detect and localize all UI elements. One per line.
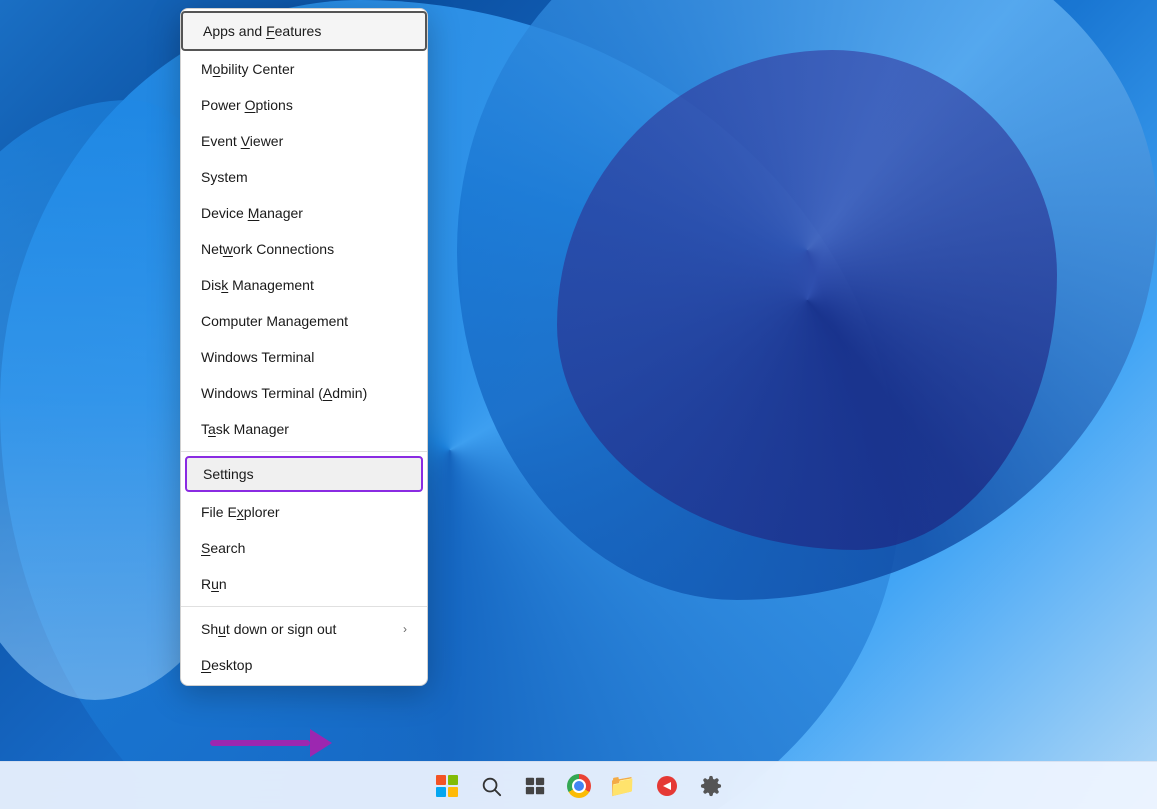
file-explorer-button[interactable]: 📁 [603,766,643,806]
menu-item-settings[interactable]: Settings [185,456,423,492]
menu-item-shutdown[interactable]: Shut down or sign out › [181,611,427,647]
arrow-head [310,729,332,757]
menu-item-windows-terminal[interactable]: Windows Terminal [181,339,427,375]
win-logo-blue [436,787,446,797]
menu-item-label: Event Viewer [201,133,283,149]
menu-item-label: Computer Management [201,313,348,329]
menu-item-label: File Explorer [201,504,280,520]
menu-item-label: Run [201,576,227,592]
menu-item-device-manager[interactable]: Device Manager [181,195,427,231]
menu-item-label: Windows Terminal (Admin) [201,385,367,401]
win-logo-green [448,775,458,785]
win-logo-red [436,775,446,785]
menu-item-disk-management[interactable]: Disk Management [181,267,427,303]
menu-separator [181,451,427,452]
chrome-button[interactable] [559,766,599,806]
menu-item-label: Task Manager [201,421,289,437]
menu-item-label: Network Connections [201,241,334,257]
search-button[interactable] [471,766,511,806]
start-button[interactable] [427,766,467,806]
menu-item-task-manager[interactable]: Task Manager [181,411,427,447]
app-button[interactable] [647,766,687,806]
menu-item-label: Shut down or sign out [201,621,336,637]
menu-item-search[interactable]: Search [181,530,427,566]
menu-item-label: System [201,169,248,185]
chrome-icon [567,774,591,798]
menu-item-system[interactable]: System [181,159,427,195]
menu-item-desktop[interactable]: Desktop [181,647,427,683]
menu-item-apps-features[interactable]: Apps and Features [181,11,427,51]
submenu-arrow-icon: › [403,622,407,636]
menu-item-power-options[interactable]: Power Options [181,87,427,123]
menu-item-run[interactable]: Run [181,566,427,602]
menu-item-label: Device Manager [201,205,303,221]
windows-logo-icon [436,775,458,797]
menu-item-label: Desktop [201,657,252,673]
app-icon [655,774,679,798]
settings-button[interactable] [691,766,731,806]
taskbar-icons: 📁 [427,766,731,806]
menu-item-file-explorer[interactable]: File Explorer [181,494,427,530]
menu-item-label: Apps and Features [203,23,321,39]
menu-item-computer-management[interactable]: Computer Management [181,303,427,339]
menu-item-label: Windows Terminal [201,349,314,365]
menu-item-label: Power Options [201,97,293,113]
arrow-shaft [210,740,310,746]
menu-item-windows-terminal-admin[interactable]: Windows Terminal (Admin) [181,375,427,411]
search-icon [480,775,502,797]
menu-item-label: Settings [203,466,254,482]
folder-icon: 📁 [609,773,636,799]
taskview-icon [524,775,546,797]
menu-separator-2 [181,606,427,607]
win-logo-yellow [448,787,458,797]
arrow-indicator [210,729,332,757]
menu-item-event-viewer[interactable]: Event Viewer [181,123,427,159]
task-view-button[interactable] [515,766,555,806]
menu-item-mobility-center[interactable]: Mobility Center [181,51,427,87]
menu-item-label: Search [201,540,245,556]
menu-item-network-connections[interactable]: Network Connections [181,231,427,267]
menu-item-label: Disk Management [201,277,314,293]
taskbar: 📁 [0,761,1157,809]
menu-item-label: Mobility Center [201,61,294,77]
context-menu: Apps and Features Mobility Center Power … [180,8,428,686]
wallpaper [0,0,1157,809]
gear-icon [700,775,722,797]
